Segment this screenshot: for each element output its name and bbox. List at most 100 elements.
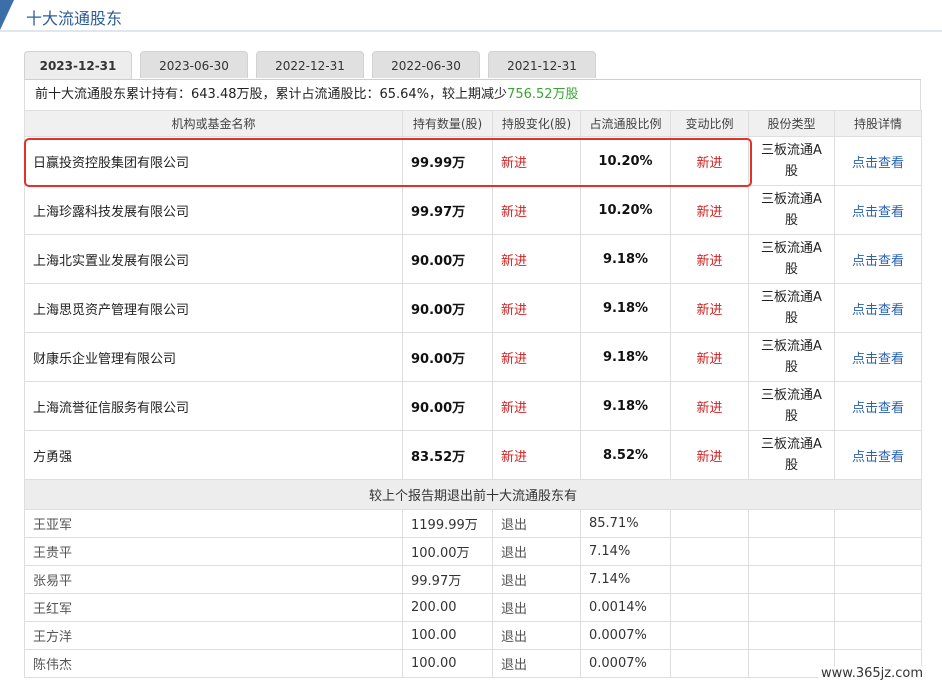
col-header-qty: 持有数量(股) [402,110,493,137]
empty-cell [834,509,922,538]
exit-row: 王红军 200.00 退出 0.0014% [24,593,922,622]
holder-type-line2: 股 [784,213,798,228]
holder-qty: 90.00万 [402,283,493,333]
empty-cell [748,593,835,622]
holder-vary: 新进 [670,430,749,480]
exit-holder-change: 退出 [492,593,581,622]
exit-row: 王亚军 1199.99万 退出 85.71% [24,509,922,538]
exit-holder-qty: 100.00万 [402,537,493,566]
holder-name: 财康乐企业管理有限公司 [24,332,403,382]
header-marker [0,0,14,30]
empty-cell [834,565,922,594]
view-detail-link[interactable]: 点击查看 [834,234,922,284]
holder-type-line1: 三板流通A [761,192,822,207]
holder-qty: 90.00万 [402,234,493,284]
empty-cell [748,537,835,566]
exit-holder-name: 陈伟杰 [24,649,403,678]
holder-type-line2: 股 [784,458,798,473]
holdings-summary: 前十大流通股东累计持有：643.48万股，累计占流通股比：65.64%，较上期减… [24,80,921,110]
holder-type: 三板流通A 股 [748,283,835,333]
view-detail-link[interactable]: 点击查看 [834,136,922,186]
view-detail-link[interactable]: 点击查看 [834,283,922,333]
holder-type-line1: 三板流通A [761,143,822,158]
col-header-type: 股份类型 [748,110,835,137]
table-row: 日赢投资控股集团有限公司 99.99万 新进 10.20% 新进 三板流通A 股 … [24,136,922,186]
holder-ratio: 9.18% [580,332,671,382]
holder-vary: 新进 [670,381,749,431]
holder-type: 三板流通A 股 [748,381,835,431]
exit-holder-change: 退出 [492,621,581,650]
exit-holder-name: 张易平 [24,565,403,594]
table-row: 上海北实置业发展有限公司 90.00万 新进 9.18% 新进 三板流通A 股 点… [24,234,922,284]
holder-vary: 新进 [670,283,749,333]
holder-qty: 99.99万 [402,136,493,186]
empty-cell [670,509,749,538]
exit-holder-ratio: 0.0007% [580,649,671,678]
section-title: 十大流通股东 [26,9,123,28]
holder-vary: 新进 [670,185,749,235]
holder-vary: 新进 [670,136,749,186]
holder-type-line2: 股 [784,164,798,179]
holder-name: 上海珍露科技发展有限公司 [24,185,403,235]
empty-cell [670,593,749,622]
holder-type-line2: 股 [784,311,798,326]
holder-type-line1: 三板流通A [761,241,822,256]
holder-type-line1: 三板流通A [761,290,822,305]
holder-name: 上海流誉征信服务有限公司 [24,381,403,431]
section-header: 十大流通股东 [0,0,942,32]
holder-type: 三板流通A 股 [748,234,835,284]
holder-type-line2: 股 [784,409,798,424]
exit-row: 张易平 99.97万 退出 7.14% [24,565,922,594]
tab-2023-12-31[interactable]: 2023-12-31 [24,51,132,79]
exit-holder-ratio: 7.14% [580,537,671,566]
view-detail-link[interactable]: 点击查看 [834,332,922,382]
exit-row: 王贵平 100.00万 退出 7.14% [24,537,922,566]
tab-2022-12-31[interactable]: 2022-12-31 [256,51,364,78]
exit-holder-name: 王亚军 [24,509,403,538]
exit-holder-qty: 200.00 [402,593,493,622]
holder-type-line2: 股 [784,360,798,375]
holder-ratio: 10.20% [580,185,671,235]
holder-qty: 90.00万 [402,332,493,382]
empty-cell [748,621,835,650]
exit-section-caption: 较上个报告期退出前十大流通股东有 [24,479,922,510]
holder-name: 上海思觅资产管理有限公司 [24,283,403,333]
tab-2023-06-30[interactable]: 2023-06-30 [140,51,248,78]
exit-holder-qty: 1199.99万 [402,509,493,538]
view-detail-link[interactable]: 点击查看 [834,185,922,235]
holder-vary: 新进 [670,332,749,382]
exit-row: 陈伟杰 100.00 退出 0.0007% [24,649,922,678]
exit-holder-change: 退出 [492,565,581,594]
exit-holder-qty: 100.00 [402,621,493,650]
holder-qty: 99.97万 [402,185,493,235]
holder-type-line1: 三板流通A [761,437,822,452]
exit-holder-qty: 99.97万 [402,565,493,594]
col-header-ratio: 占流通股比例 [580,110,671,137]
summary-change: 756.52万股 [507,87,579,102]
holder-name: 方勇强 [24,430,403,480]
summary-text: 前十大流通股东累计持有：643.48万股，累计占流通股比：65.64%，较上期减… [35,87,508,102]
exit-holder-change: 退出 [492,509,581,538]
empty-cell [670,565,749,594]
holder-name: 上海北实置业发展有限公司 [24,234,403,284]
table-row: 上海珍露科技发展有限公司 99.97万 新进 10.20% 新进 三板流通A 股 … [24,185,922,235]
tab-2021-12-31[interactable]: 2021-12-31 [488,51,596,78]
holder-type: 三板流通A 股 [748,430,835,480]
holder-change: 新进 [492,332,581,382]
holder-change: 新进 [492,430,581,480]
holder-type-line1: 三板流通A [761,339,822,354]
holder-qty: 83.52万 [402,430,493,480]
col-header-change: 持股变化(股) [492,110,581,137]
view-detail-link[interactable]: 点击查看 [834,381,922,431]
exit-section-row: 较上个报告期退出前十大流通股东有 [24,479,922,510]
col-header-vary: 变动比例 [670,110,749,137]
empty-cell [748,509,835,538]
exit-holder-ratio: 7.14% [580,565,671,594]
view-detail-link[interactable]: 点击查看 [834,430,922,480]
tab-2022-06-30[interactable]: 2022-06-30 [372,51,480,78]
holder-name: 日赢投资控股集团有限公司 [24,136,403,186]
holder-ratio: 8.52% [580,430,671,480]
empty-cell [670,649,749,678]
holder-ratio: 9.18% [580,234,671,284]
empty-cell [670,537,749,566]
